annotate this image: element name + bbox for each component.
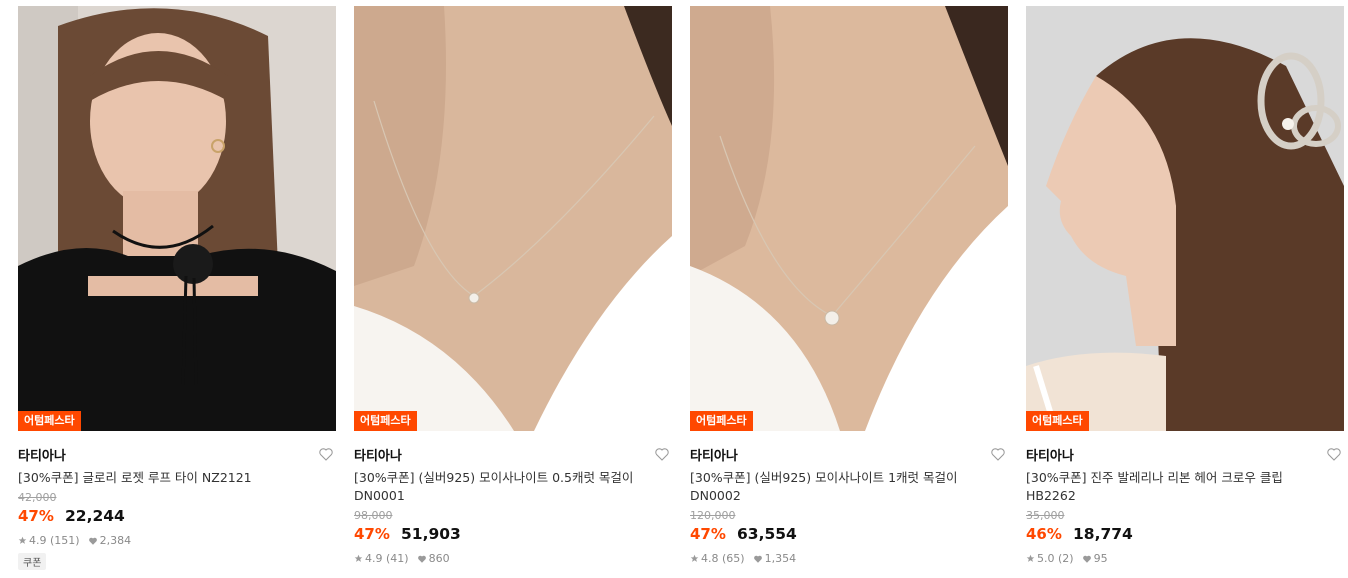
price-row: 47% 51,903 [354,523,672,545]
original-price: 35,000 [1026,509,1065,522]
product-meta: 5.0 (2) 95 [1026,552,1344,565]
discount-rate: 47% [354,525,390,543]
sale-price: 22,244 [65,507,125,525]
star-icon [1026,554,1035,562]
product-grid: 어텀페스타 타티아나 [30%쿠폰] 글로리 로젯 루프 타이 NZ2121 4… [0,0,1348,578]
event-badge: 어텀페스타 [1026,411,1089,431]
product-title[interactable]: [30%쿠폰] 진주 발레리나 리본 헤어 크로우 클립 HB2262 [1026,469,1326,505]
event-badge: 어텀페스타 [690,411,753,431]
brand-name[interactable]: 타티아나 [690,449,738,464]
product-title[interactable]: [30%쿠폰] 글로리 로젯 루프 타이 NZ2121 [18,469,318,487]
star-icon [18,536,27,544]
discount-rate: 47% [18,507,54,525]
heart-filled-icon [88,537,97,545]
product-image[interactable]: 어텀페스타 [18,6,336,431]
sale-price: 18,774 [1073,525,1133,543]
price-row: 47% 22,244 [18,505,336,527]
product-card[interactable]: 어텀페스타 타티아나 [30%쿠폰] (실버925) 모이사나이트 0.5캐럿 … [354,6,672,565]
brand-name[interactable]: 타티아나 [18,449,66,464]
product-meta: 4.8 (65) 1,354 [690,552,1008,565]
event-badge: 어텀페스타 [18,411,81,431]
sale-price: 51,903 [401,525,461,543]
heart-outline-icon[interactable] [318,446,334,462]
discount-rate: 46% [1026,525,1062,543]
product-meta: 4.9 (151) 2,384 [18,534,336,547]
rating: 4.9 (41) [365,552,409,565]
product-title[interactable]: [30%쿠폰] (실버925) 모이사나이트 1캐럿 목걸이 DN0002 [690,469,990,505]
price-row: 47% 63,554 [690,523,1008,545]
product-card[interactable]: 어텀페스타 타티아나 [30%쿠폰] (실버925) 모이사나이트 1캐럿 목걸… [690,6,1008,565]
product-card[interactable]: 어텀페스타 타티아나 [30%쿠폰] 글로리 로젯 루프 타이 NZ2121 4… [18,6,336,570]
like-count: 860 [428,552,450,565]
brand-name[interactable]: 타티아나 [354,449,402,464]
star-icon [354,554,363,562]
heart-outline-icon[interactable] [654,446,670,462]
product-card[interactable]: 어텀페스타 타티아나 [30%쿠폰] 진주 발레리나 리본 헤어 크로우 클립 … [1026,6,1344,565]
product-meta: 4.9 (41) 860 [354,552,672,565]
rating: 4.8 (65) [701,552,745,565]
product-title[interactable]: [30%쿠폰] (실버925) 모이사나이트 0.5캐럿 목걸이 DN0001 [354,469,654,505]
original-price: 120,000 [690,509,736,522]
original-price: 42,000 [18,491,57,504]
sale-price: 63,554 [737,525,797,543]
heart-filled-icon [417,555,426,563]
event-badge: 어텀페스타 [354,411,417,431]
rating: 4.9 (151) [29,534,80,547]
coupon-tag: 쿠폰 [18,553,47,570]
discount-rate: 47% [690,525,726,543]
star-icon [690,554,699,562]
heart-outline-icon[interactable] [990,446,1006,462]
product-image[interactable]: 어텀페스타 [1026,6,1344,431]
rating: 5.0 (2) [1037,552,1074,565]
product-image[interactable]: 어텀페스타 [690,6,1008,431]
original-price: 98,000 [354,509,393,522]
like-count: 2,384 [99,534,132,547]
price-row: 46% 18,774 [1026,523,1344,545]
heart-filled-icon [753,555,762,563]
like-count: 95 [1093,552,1108,565]
brand-name[interactable]: 타티아나 [1026,449,1074,464]
heart-outline-icon[interactable] [1326,446,1342,462]
product-image[interactable]: 어텀페스타 [354,6,672,431]
heart-filled-icon [1082,555,1091,563]
like-count: 1,354 [764,552,797,565]
